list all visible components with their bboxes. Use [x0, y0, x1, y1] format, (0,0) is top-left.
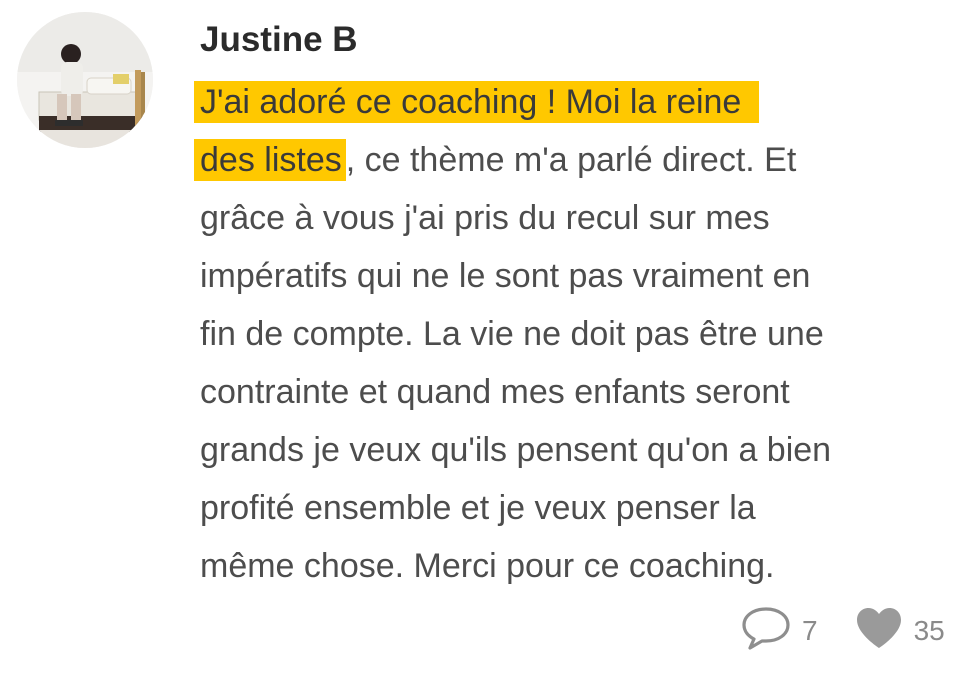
highlighted-text: J'ai adoré ce coaching ! Moi la reine [194, 81, 760, 123]
comment-line: J'ai adoré ce coaching ! Moi la reine [194, 73, 960, 131]
reply-count: 7 [802, 615, 818, 646]
comment-line: impératifs qui ne le sont pas vraiment e… [200, 257, 811, 295]
avatar-photo [17, 12, 153, 148]
like-button[interactable]: 35 [854, 606, 945, 657]
comment-line: grands je veux qu'ils pensent qu'on a bi… [200, 431, 832, 469]
speech-bubble-icon [740, 605, 792, 658]
highlighted-text: des listes [194, 139, 346, 181]
comment-line: profité ensemble et je veux penser la [200, 489, 756, 527]
comment-line-text: , ce thème m'a parlé direct. Et [345, 141, 797, 179]
comment-line: fin de compte. La vie ne doit pas être u… [200, 315, 824, 353]
comment-line: grâce à vous j'ai pris du recul sur mes [200, 199, 770, 237]
heart-icon [854, 606, 904, 657]
like-count: 35 [913, 615, 945, 646]
comment-text: J'ai adoré ce coaching ! Moi la reine de… [194, 73, 960, 595]
comment-line: contrainte et quand mes enfants seront [200, 373, 790, 411]
avatar[interactable] [17, 12, 153, 148]
author-name[interactable]: Justine B [200, 14, 358, 66]
comment-line: des listes, ce thème m'a parlé direct. E… [194, 131, 960, 189]
comment-line: même chose. Merci pour ce coaching. [200, 547, 775, 585]
comment-stats: 7 35 [740, 606, 945, 656]
reply-button[interactable]: 7 [740, 605, 818, 658]
